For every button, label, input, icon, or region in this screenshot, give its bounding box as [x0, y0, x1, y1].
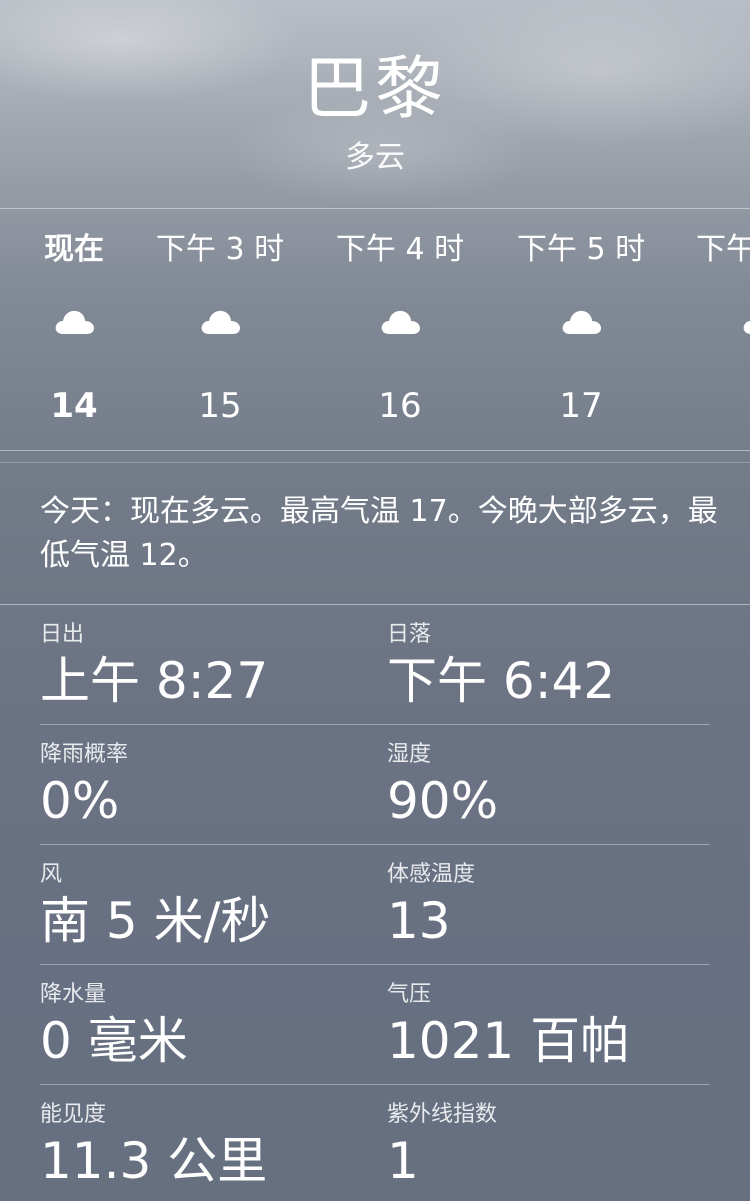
detail-row: 降水量 0 毫米 气压 1021 百帕: [40, 965, 710, 1085]
detail-value: 90%: [387, 772, 499, 830]
sunset-cell: 日落 下午 6:42: [387, 621, 615, 711]
detail-label: 体感温度: [387, 862, 476, 887]
weather-details: 日出 上午 8:27 日落 下午 6:42 降雨概率 0% 湿度 90% 风 南…: [40, 605, 710, 1201]
detail-label: 气压: [387, 982, 432, 1007]
hour-item: 下午 3 时 15: [140, 210, 300, 450]
daily-summary: 今天：现在多云。最高气温 17。今晚大部多云，最低气温 12。: [40, 494, 718, 573]
cloud-icon: [201, 310, 240, 334]
cloud-icon: [743, 321, 750, 334]
detail-label: 湿度: [387, 742, 432, 767]
hour-item: 下午 1: [682, 210, 750, 450]
detail-label: 日落: [387, 622, 432, 647]
divider: [0, 462, 750, 463]
feels-like-cell: 体感温度 13: [387, 861, 475, 951]
hour-temp: 16: [378, 386, 422, 426]
cloud-icon: [381, 310, 420, 334]
detail-value: 1: [387, 1132, 419, 1190]
detail-label: 能见度: [40, 1102, 107, 1127]
cloud-icon: [562, 310, 601, 334]
hour-temp: 14: [50, 386, 98, 426]
detail-row: 风 南 5 米/秒 体感温度 13: [40, 845, 710, 965]
city-name: 巴黎: [302, 50, 447, 129]
detail-value: 0%: [40, 772, 120, 830]
visibility-cell: 能见度 11.3 公里: [40, 1101, 267, 1191]
detail-value: 0 毫米: [40, 1012, 188, 1070]
detail-row: 日出 上午 8:27 日落 下午 6:42: [40, 605, 710, 725]
hour-label: 下午: [696, 232, 750, 267]
detail-label: 日出: [40, 622, 85, 647]
detail-label: 降雨概率: [40, 742, 129, 767]
hour-label: 下午 4 时: [335, 232, 465, 267]
hour-item: 下午 5 时 17: [501, 210, 661, 450]
detail-value: 1021 百帕: [387, 1012, 631, 1070]
detail-value: 下午 6:42: [387, 652, 616, 710]
cloud-icon: [55, 310, 94, 334]
detail-value: 南 5 米/秒: [40, 892, 271, 950]
hour-temp: 17: [559, 386, 603, 426]
current-condition: 多云: [345, 140, 405, 175]
hour-temp: 15: [198, 386, 242, 426]
location-header: 巴黎 多云: [0, 48, 750, 178]
hour-label: 现在: [44, 232, 104, 267]
wind-cell: 风 南 5 米/秒: [40, 861, 270, 951]
detail-label: 风: [40, 862, 63, 887]
detail-value: 上午 8:27: [40, 652, 269, 710]
hour-item: 下午 4 时 16: [320, 210, 480, 450]
precipitation-cell: 降水量 0 毫米: [40, 981, 188, 1071]
humidity-cell: 湿度 90%: [387, 741, 498, 831]
hour-temp: 1: [682, 386, 750, 426]
sunrise-cell: 日出 上午 8:27: [40, 621, 268, 711]
detail-row: 降雨概率 0% 湿度 90%: [40, 725, 710, 845]
divider: [0, 450, 750, 451]
pressure-cell: 气压 1021 百帕: [387, 981, 630, 1071]
detail-row: 能见度 11.3 公里 紫外线指数 1: [40, 1085, 710, 1201]
detail-label: 降水量: [40, 982, 107, 1007]
divider: [0, 208, 750, 209]
hourly-forecast[interactable]: 现在 14 下午 3 时 15 下午 4 时 16 下午 5 时 17 下午 1: [0, 210, 750, 450]
detail-value: 13: [387, 892, 451, 950]
detail-label: 紫外线指数: [387, 1102, 498, 1127]
uv-index-cell: 紫外线指数 1: [387, 1101, 497, 1191]
hour-label: 下午 3 时: [155, 232, 285, 267]
detail-value: 11.3 公里: [40, 1132, 268, 1190]
hour-label: 下午 5 时: [516, 232, 646, 267]
precip-chance-cell: 降雨概率 0%: [40, 741, 128, 831]
hour-item-now: 现在 14: [0, 210, 154, 450]
